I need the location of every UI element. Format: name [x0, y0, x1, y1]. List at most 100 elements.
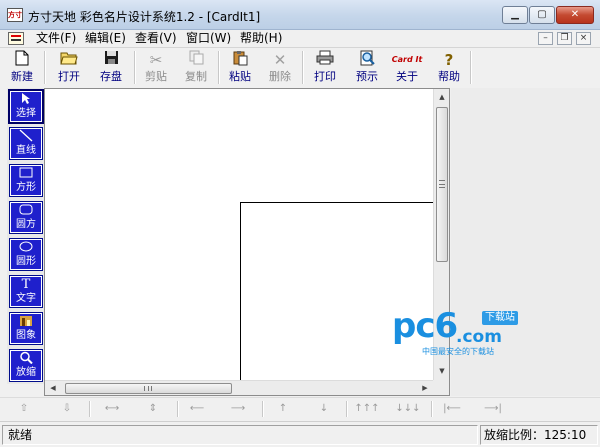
- cut-button[interactable]: ✂ 剪贴: [140, 50, 172, 86]
- new-label: 新建: [11, 70, 33, 83]
- tool-select[interactable]: 选择: [8, 89, 44, 124]
- toolbar-separator: [431, 401, 433, 417]
- menu-edit[interactable]: 编辑(E): [85, 31, 126, 46]
- watermark-domain: .com: [456, 327, 502, 347]
- paste-label: 粘贴: [229, 70, 251, 83]
- align-bottom-button[interactable]: ⇩: [55, 401, 79, 417]
- move-down-button[interactable]: ↓: [309, 401, 339, 417]
- watermark-logo: pc6: [392, 306, 458, 346]
- grip-icon: [144, 386, 152, 391]
- tool-line-label: 直线: [16, 145, 36, 156]
- tool-text[interactable]: T 文字: [9, 275, 43, 308]
- status-message: 就绪: [2, 425, 478, 445]
- distribute-left-icon: |⟵: [443, 403, 461, 414]
- scroll-up-arrow-icon[interactable]: ▲: [435, 90, 449, 104]
- tool-rounded-rectangle[interactable]: 圆方: [9, 201, 43, 234]
- window-title: 方寸天地 彩色名片设计系统1.2 - [CardIt1]: [28, 10, 261, 24]
- tool-select-label: 选择: [16, 108, 36, 119]
- paste-button[interactable]: 粘贴: [222, 50, 258, 86]
- alignment-toolbar: ⇧ ⇩ ⟷ ⇕ ⟵ ⟶ ↑ ↓ ↑↑↑ ↓↓↓ |⟵ ⟶|: [0, 397, 600, 419]
- paste-clipboard-icon: [222, 50, 258, 70]
- delete-button[interactable]: ✕ 删除: [264, 50, 296, 86]
- tool-rectangle-label: 方形: [16, 182, 36, 193]
- stretch-vertical-button[interactable]: ⇕: [138, 401, 168, 417]
- delete-x-icon: ✕: [273, 51, 287, 69]
- mdi-close-button[interactable]: ×: [576, 32, 591, 45]
- maximize-icon: ▢: [537, 9, 547, 20]
- align-bottom-icon: ⇩: [62, 403, 72, 414]
- distribute-right-button[interactable]: ⟶|: [478, 401, 508, 417]
- horizontal-scrollbar[interactable]: ◀ ▶: [45, 380, 433, 395]
- tool-image-label: 图象: [16, 330, 36, 341]
- open-label: 打开: [58, 70, 80, 83]
- copy-button[interactable]: 复制: [180, 50, 212, 86]
- toolbar-separator: [218, 51, 220, 84]
- open-button[interactable]: 打开: [52, 50, 86, 86]
- toolbar-separator: [302, 51, 304, 84]
- rectangle-icon: [11, 166, 41, 182]
- vertical-scroll-thumb[interactable]: [436, 107, 448, 262]
- menu-help[interactable]: 帮助(H): [240, 31, 282, 46]
- distribute-up-button[interactable]: ↑↑↑: [351, 401, 383, 417]
- tool-rectangle[interactable]: 方形: [9, 164, 43, 197]
- tool-image[interactable]: 图象: [9, 312, 43, 345]
- watermark-badge: 下载站: [482, 311, 518, 325]
- align-top-button[interactable]: ⇧: [12, 401, 36, 417]
- title-bar[interactable]: 方寸 方寸天地 彩色名片设计系统1.2 - [CardIt1] ▁ ▢ ✕: [0, 0, 600, 30]
- help-label: 帮助: [438, 70, 460, 83]
- print-button[interactable]: 打印: [308, 50, 342, 86]
- tool-line[interactable]: 直线: [9, 127, 43, 160]
- minimize-icon: ▁: [511, 9, 519, 20]
- align-left-button[interactable]: ⟵: [182, 401, 212, 417]
- maximize-button[interactable]: ▢: [529, 6, 555, 24]
- ellipse-icon: [11, 240, 41, 256]
- text-icon: T: [21, 277, 31, 292]
- horizontal-scroll-thumb[interactable]: [65, 383, 232, 394]
- zoom-magnifier-icon: [11, 351, 41, 367]
- tool-ellipse[interactable]: 圆形: [9, 238, 43, 271]
- design-canvas-frame: ▲ ▼ ◀ ▶: [44, 88, 450, 396]
- distribute-right-icon: ⟶|: [484, 403, 502, 414]
- tool-rounded-rectangle-label: 圆方: [16, 219, 36, 230]
- save-disk-icon: [94, 50, 128, 70]
- distribute-down-icon: ↓↓↓: [395, 403, 421, 414]
- copy-icon: [180, 50, 212, 70]
- distribute-down-button[interactable]: ↓↓↓: [392, 401, 424, 417]
- scroll-left-arrow-icon[interactable]: ◀: [46, 381, 60, 395]
- close-button[interactable]: ✕: [556, 6, 594, 24]
- new-button[interactable]: 新建: [6, 50, 38, 86]
- tool-zoom[interactable]: 放缩: [9, 349, 43, 382]
- distribute-left-button[interactable]: |⟵: [437, 401, 467, 417]
- mdi-minimize-button[interactable]: –: [538, 32, 553, 45]
- save-button[interactable]: 存盘: [94, 50, 128, 86]
- design-canvas[interactable]: [45, 89, 433, 380]
- print-preview-icon: [350, 50, 384, 70]
- tool-text-label: 文字: [16, 293, 36, 304]
- minimize-button[interactable]: ▁: [502, 6, 528, 24]
- toolbar-separator: [134, 51, 136, 84]
- status-bar: 就绪 放缩比例：125:10: [0, 421, 600, 447]
- card-logo-icon: Card It: [391, 55, 423, 64]
- help-button[interactable]: ? 帮助: [432, 50, 466, 86]
- help-question-icon: ?: [444, 51, 454, 69]
- menu-view[interactable]: 查看(V): [135, 31, 177, 46]
- app-logo-icon: 方寸: [7, 8, 23, 22]
- menu-file[interactable]: 文件(F): [36, 31, 76, 46]
- align-right-button[interactable]: ⟶: [223, 401, 253, 417]
- about-button[interactable]: Card It 关于: [390, 50, 424, 86]
- stretch-vertical-icon: ⇕: [148, 403, 158, 414]
- stretch-horizontal-button[interactable]: ⟷: [97, 401, 127, 417]
- scroll-right-arrow-icon[interactable]: ▶: [418, 381, 432, 395]
- zoom-ratio-status: 放缩比例：125:10: [480, 425, 598, 445]
- delete-label: 删除: [269, 70, 291, 83]
- preview-label: 预示: [356, 70, 378, 83]
- mdi-restore-button[interactable]: ❐: [557, 32, 572, 45]
- watermark-slogan: 中国最安全的下载站: [422, 347, 494, 356]
- menu-window[interactable]: 窗口(W): [186, 31, 231, 46]
- move-up-button[interactable]: ↑: [268, 401, 298, 417]
- menu-bar: 文件(F) 编辑(E) 查看(V) 窗口(W) 帮助(H) – ❐ ×: [0, 30, 600, 47]
- preview-button[interactable]: 预示: [350, 50, 384, 86]
- grip-icon: [439, 180, 445, 188]
- copy-label: 复制: [185, 70, 207, 83]
- document-system-menu-icon[interactable]: [8, 32, 24, 45]
